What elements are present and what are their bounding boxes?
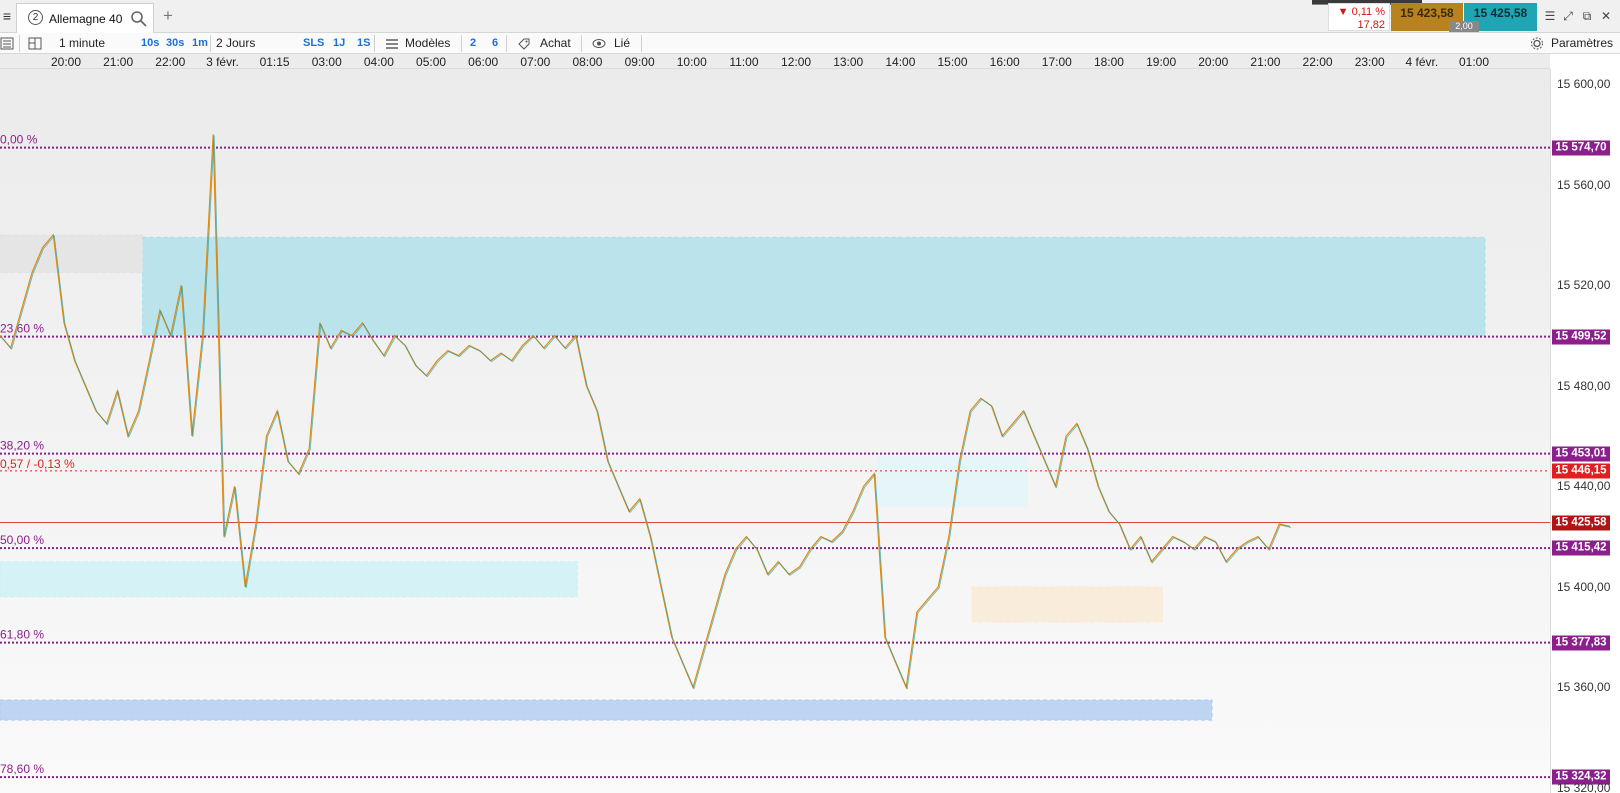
price-tick-6: 15 360,00: [1557, 680, 1611, 695]
time-tick-23: 21:00: [1250, 55, 1281, 69]
fib-price-label-0: 15 574,70: [1552, 140, 1610, 156]
time-tick-16: 14:00: [885, 55, 916, 69]
range-select[interactable]: 2 Jours: [216, 36, 255, 51]
fib-level-label-2: 38,20 %: [0, 439, 44, 453]
price-tick-1: 15 560,00: [1557, 177, 1611, 192]
linked-button[interactable]: Lié: [614, 36, 630, 51]
time-tick-19: 17:00: [1041, 55, 1072, 69]
time-tick-26: 4 févr.: [1405, 55, 1439, 69]
window-menu-icon[interactable]: ☰: [1543, 9, 1557, 23]
time-tick-8: 06:00: [468, 55, 499, 69]
change-absolute: 17,82: [1357, 19, 1385, 31]
time-tick-22: 20:00: [1198, 55, 1229, 69]
range-1s-button[interactable]: 1S: [357, 36, 370, 51]
hamburger-icon[interactable]: ≡: [0, 8, 14, 24]
alert-line-label: 0,57 / -0,13 %: [0, 457, 75, 471]
fib-level-label-4: 61,80 %: [0, 628, 44, 642]
count-6-button[interactable]: 6: [492, 36, 498, 51]
time-tick-17: 15:00: [937, 55, 968, 69]
price-chart[interactable]: 0,00 % 23,60 % 38,20 % 50,00 % 61,80 % 78,60 …: [0, 69, 1550, 793]
templates-icon[interactable]: [385, 37, 399, 50]
link-eye-icon[interactable]: [592, 37, 606, 50]
time-tick-10: 08:00: [572, 55, 603, 69]
time-tick-20: 18:00: [1093, 55, 1124, 69]
price-change-box: ▼ 0,11 % 17,82: [1328, 3, 1390, 31]
zone-0: [142, 236, 1486, 336]
time-tick-4: 01:15: [259, 55, 290, 69]
change-percent: ▼ 0,11 %: [1337, 6, 1385, 18]
time-tick-0: 20:00: [50, 55, 82, 69]
chart-background: [0, 69, 1550, 793]
instrument-name: Allemagne 40: [49, 12, 123, 26]
close-icon[interactable]: ✕: [1599, 9, 1613, 23]
zone-2: [0, 699, 1213, 721]
count-2-button[interactable]: 2: [470, 36, 476, 51]
sls-button[interactable]: SLS: [303, 36, 324, 51]
search-icon[interactable]: [129, 9, 149, 29]
buy-tag-icon[interactable]: [517, 37, 531, 50]
price-tick-4: 15 440,00: [1557, 479, 1611, 494]
instrument-tab[interactable]: 2 Allemagne 40: [16, 3, 154, 33]
price-tick-5: 15 400,00: [1557, 579, 1611, 594]
add-tab-button[interactable]: +: [158, 6, 178, 26]
spread-badge: 2,00: [1449, 21, 1479, 32]
fib-price-label-3: 15 415,42: [1552, 540, 1610, 556]
price-axis[interactable]: 15 574,70 15 499,52 15 453,01 15 415,42 15 3…: [1550, 69, 1620, 793]
time-tick-5: 03:00: [311, 55, 342, 69]
fib-price-label-2: 15 453,01: [1552, 446, 1610, 462]
expand-icon[interactable]: ⤢: [1561, 9, 1575, 23]
zone-4: [971, 586, 1163, 623]
time-tick-25: 23:00: [1354, 55, 1385, 69]
time-tick-14: 12:00: [781, 55, 812, 69]
layout-icon[interactable]: [28, 37, 42, 50]
time-axis: 20:00 21:00 22:00 3 févr. 01:15 03:00 04:00 05:…: [0, 54, 1550, 69]
fib-price-label-4: 15 377,83: [1552, 635, 1610, 651]
range-1j-button[interactable]: 1J: [333, 36, 345, 51]
time-tick-27: 01:00: [1458, 55, 1490, 69]
time-tick-21: 19:00: [1146, 55, 1177, 69]
tf-30s-button[interactable]: 30s: [166, 36, 184, 51]
popout-icon[interactable]: ⧉: [1580, 9, 1594, 23]
time-tick-24: 22:00: [1302, 55, 1333, 69]
time-tick-15: 13:00: [833, 55, 864, 69]
settings-button[interactable]: Paramètres: [1551, 36, 1613, 51]
trading-chart-window: ≡ 2 Allemagne 40 + ▼ 0,11 % 17,82 15 423…: [0, 0, 1620, 793]
last-price-label: 15 425,58: [1552, 515, 1610, 531]
fib-level-label-1: 23,60 %: [0, 322, 44, 336]
list-icon[interactable]: [0, 37, 14, 50]
time-tick-12: 10:00: [676, 55, 707, 69]
time-tick-7: 05:00: [416, 55, 447, 69]
fib-level-label-0: 0,00 %: [0, 133, 38, 147]
instrument-number-badge: 2: [28, 10, 43, 25]
buy-button[interactable]: Achat: [540, 36, 571, 51]
price-tick-7: 15 320,00: [1557, 780, 1611, 793]
time-tick-18: 16:00: [989, 55, 1020, 69]
fib-level-label-3: 50,00 %: [0, 533, 44, 547]
price-tick-0: 15 600,00: [1557, 77, 1611, 92]
price-tick-2: 15 520,00: [1557, 278, 1611, 293]
time-tick-1: 21:00: [103, 55, 134, 69]
zone-1: [0, 561, 578, 598]
price-tick-3: 15 480,00: [1557, 378, 1611, 393]
time-tick-3: 3 févr.: [206, 55, 239, 69]
templates-button[interactable]: Modèles: [405, 36, 450, 51]
time-tick-11: 09:00: [624, 55, 655, 69]
zone-3: [877, 455, 1028, 507]
timeframe-select[interactable]: 1 minute: [59, 36, 105, 51]
time-tick-6: 04:00: [363, 55, 394, 69]
alert-price-label: 15 446,15: [1552, 463, 1610, 479]
bid-price: 15 423,58: [1400, 6, 1454, 20]
ask-price: 15 425,58: [1473, 6, 1528, 20]
fib-price-label-1: 15 499,52: [1552, 329, 1610, 345]
time-tick-2: 22:00: [155, 55, 186, 69]
chart-toolbar: 1 minute 10s 30s 1m 2 Jours SLS 1J 1S Mo…: [0, 33, 1620, 54]
zone-5: [0, 234, 143, 274]
tf-10s-button[interactable]: 10s: [141, 36, 159, 51]
time-tick-13: 11:00: [729, 55, 759, 69]
time-tick-9: 07:00: [520, 55, 551, 69]
tf-1m-button[interactable]: 1m: [192, 36, 208, 51]
instrument-bar: ≡ 2 Allemagne 40 + ▼ 0,11 % 17,82 15 423…: [0, 0, 1620, 33]
fib-level-label-5: 78,60 %: [0, 762, 44, 776]
gear-icon[interactable]: [1530, 37, 1544, 50]
